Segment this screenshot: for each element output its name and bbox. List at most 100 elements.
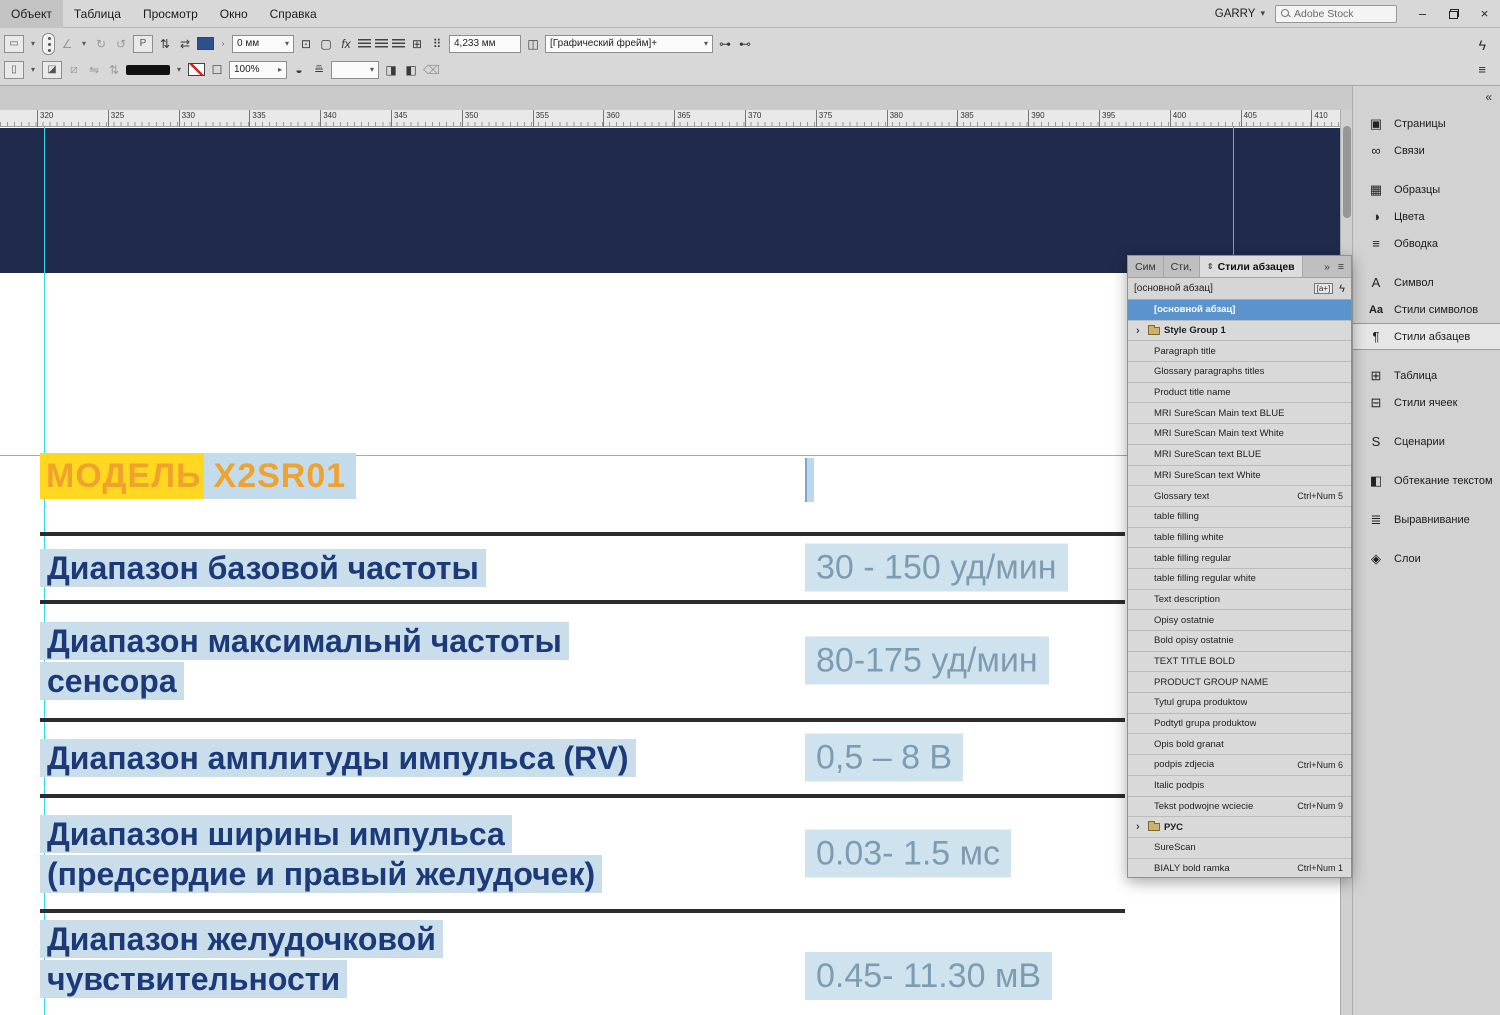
style-item-13[interactable]: table filling regular white — [1128, 568, 1351, 590]
scale-field[interactable]: 100% ▸ — [229, 60, 287, 79]
style-item-2[interactable]: Paragraph title — [1128, 341, 1351, 363]
style-group-25[interactable]: › РУС — [1128, 817, 1351, 838]
style-list[interactable]: [основной абзац] › Style Group 1 Paragraph … — [1128, 300, 1351, 877]
panel-menu-icon[interactable]: ≡ — [1478, 62, 1486, 77]
chevron-down-icon[interactable]: ▾ — [79, 39, 89, 48]
style-item-24[interactable]: Tekst podwojne wciecie Ctrl+Num 9 — [1128, 796, 1351, 818]
dock-item-paragraph-styles[interactable]: ¶ Стили абзацев — [1353, 323, 1500, 350]
close-button[interactable]: × — [1469, 0, 1500, 28]
reference-point-proxy[interactable] — [42, 32, 55, 55]
flip-vertical-icon[interactable]: ⇅ — [106, 61, 122, 79]
align-justify-icon[interactable] — [392, 38, 405, 49]
align-center-icon[interactable] — [375, 38, 388, 49]
collapse-panel-icon[interactable]: » — [1324, 261, 1330, 273]
dock-item-character-styles[interactable]: Aa Стили символов — [1353, 296, 1500, 323]
mask-icon[interactable]: ◧ — [403, 61, 419, 79]
restore-button[interactable] — [1438, 0, 1469, 28]
dock-item-layers[interactable]: ◈ Слои — [1353, 545, 1500, 572]
style-item-23[interactable]: Italic podpis — [1128, 775, 1351, 797]
chevron-down-icon[interactable]: ▾ — [28, 65, 38, 74]
menu-item-1[interactable]: Таблица — [63, 0, 132, 28]
link-icon[interactable]: ⊶ — [717, 35, 733, 53]
columns-icon[interactable]: ⊞ — [409, 35, 425, 53]
menu-item-4[interactable]: Справка — [259, 0, 328, 28]
expander-icon[interactable]: › — [1136, 821, 1144, 833]
chevron-down-icon[interactable]: ▾ — [28, 39, 38, 48]
horizontal-ruler[interactable]: 320 325 330 335 340 345 350 355 360 365 370 375 380 3… — [0, 110, 1340, 127]
chevron-down-icon[interactable]: ▾ — [174, 65, 184, 74]
rotate-ccw-icon[interactable]: ↺ — [113, 35, 129, 53]
style-item-3[interactable]: Glossary paragraphs titles — [1128, 362, 1351, 383]
dock-item-pages[interactable]: ▣ Страницы — [1353, 110, 1500, 137]
stroke-type-select[interactable] — [126, 64, 170, 75]
style-item-10[interactable]: table filling — [1128, 506, 1351, 528]
distribute-icon[interactable]: ⊡ — [298, 35, 314, 53]
minimize-button[interactable]: – — [1407, 0, 1438, 28]
dock-item-links[interactable]: ∞ Связи — [1353, 137, 1500, 164]
chevron-right-icon[interactable]: › — [218, 39, 228, 48]
style-override-icon[interactable]: ☐ — [209, 61, 225, 79]
flip-horizontal-icon[interactable]: ⇋ — [86, 61, 102, 79]
style-item-15[interactable]: Opisy ostatnie — [1128, 610, 1351, 631]
style-item-9[interactable]: Glossary text Ctrl+Num 5 — [1128, 486, 1351, 507]
tab-character-styles[interactable]: Сти, — [1164, 256, 1200, 277]
menu-item-2[interactable]: Просмотр — [132, 0, 209, 28]
expand-panels-icon[interactable]: « — [1485, 90, 1492, 104]
style-item-7[interactable]: MRI SureScan text BLUE — [1128, 444, 1351, 466]
style-item-5[interactable]: MRI SureScan Main text BLUE — [1128, 403, 1351, 425]
style-item-0[interactable]: [основной абзац] — [1128, 300, 1351, 321]
style-item-17[interactable]: TEXT TITLE BOLD — [1128, 651, 1351, 673]
style-item-4[interactable]: Product title name — [1128, 382, 1351, 404]
frame-proxy-2-icon[interactable]: ▯ — [4, 60, 24, 79]
quick-apply-icon[interactable]: ϟ — [1479, 37, 1486, 53]
style-item-20[interactable]: Podtytl grupa produktow — [1128, 713, 1351, 735]
baseline-grid-icon[interactable]: ⠿ — [429, 35, 445, 53]
style-item-18[interactable]: PRODUCT GROUP NAME — [1128, 672, 1351, 694]
dock-item-scripts[interactable]: S Сценарии — [1353, 428, 1500, 455]
stroke-weight-field[interactable]: 0 мм ▾ — [232, 34, 294, 53]
dock-item-table[interactable]: ⊞ Таблица — [1353, 362, 1500, 389]
leading-field[interactable]: 4,233 мм — [449, 34, 521, 53]
dock-item-color[interactable]: ◑ Цвета — [1353, 203, 1500, 230]
tab-paragraph-styles[interactable]: ⇕ Стили абзацев — [1199, 256, 1303, 277]
fill-color-swatch[interactable] — [197, 37, 214, 50]
dock-item-align[interactable]: ≣ Выравнивание — [1353, 506, 1500, 533]
style-item-27[interactable]: BIALY bold ramka Ctrl+Num 1 — [1128, 858, 1351, 877]
tab-character[interactable]: Сим — [1128, 256, 1164, 277]
rotate-cw-icon[interactable]: ↻ — [93, 35, 109, 53]
swatch-tint-select[interactable]: ▾ — [331, 60, 379, 79]
dock-item-stroke[interactable]: ≡ Обводка — [1353, 230, 1500, 257]
unlink-icon[interactable]: ⊷ — [737, 35, 753, 53]
clear-overrides-icon[interactable]: [a+] — [1313, 283, 1334, 294]
menu-item-0[interactable]: Объект — [0, 0, 63, 28]
shear-angle-icon[interactable]: ⧄ — [66, 61, 82, 79]
opacity-icon[interactable]: ◒ — [291, 61, 307, 79]
style-item-11[interactable]: table filling white — [1128, 527, 1351, 549]
space-before-icon[interactable]: ⇅ — [157, 35, 173, 53]
style-item-14[interactable]: Text description — [1128, 589, 1351, 611]
style-item-19[interactable]: Tytul grupa produktow — [1128, 693, 1351, 714]
style-item-8[interactable]: MRI SureScan text White — [1128, 465, 1351, 487]
dock-item-character[interactable]: A Символ — [1353, 269, 1500, 296]
style-item-21[interactable]: Opis bold granat — [1128, 734, 1351, 756]
fit-content-icon[interactable]: ◫ — [525, 35, 541, 53]
workspace-switcher[interactable]: GARRY ▾ — [1215, 8, 1265, 20]
stroke-color-none-swatch[interactable] — [188, 63, 205, 76]
quick-apply-icon[interactable]: ϟ — [1339, 283, 1345, 295]
effects-fx-icon[interactable]: fx — [338, 35, 354, 53]
dock-item-text-wrap[interactable]: ◧ Обтекание текстом — [1353, 467, 1500, 494]
dock-item-swatches[interactable]: ▦ Образцы — [1353, 176, 1500, 203]
style-item-6[interactable]: MRI SureScan Main text White — [1128, 424, 1351, 445]
dock-item-cell-styles[interactable]: ⊟ Стили ячеек — [1353, 389, 1500, 416]
frame-icon[interactable]: ▢ — [318, 35, 334, 53]
panel-flyout-menu-icon[interactable]: ≡ — [1338, 261, 1344, 273]
rotation-angle-icon[interactable]: ∠ — [59, 35, 75, 53]
style-item-12[interactable]: table filling regular — [1128, 548, 1351, 569]
corner-options-icon[interactable]: ◪ — [42, 60, 62, 79]
object-style-select[interactable]: [Графический фрейм]+ ▾ — [545, 34, 713, 53]
vertical-align-icon[interactable]: ≞ — [311, 61, 327, 79]
align-left-icon[interactable] — [358, 38, 371, 49]
expander-icon[interactable]: › — [1136, 325, 1144, 337]
clear-attributes-icon[interactable]: ⌫ — [423, 61, 440, 79]
wrap-icon[interactable]: ◨ — [383, 61, 399, 79]
